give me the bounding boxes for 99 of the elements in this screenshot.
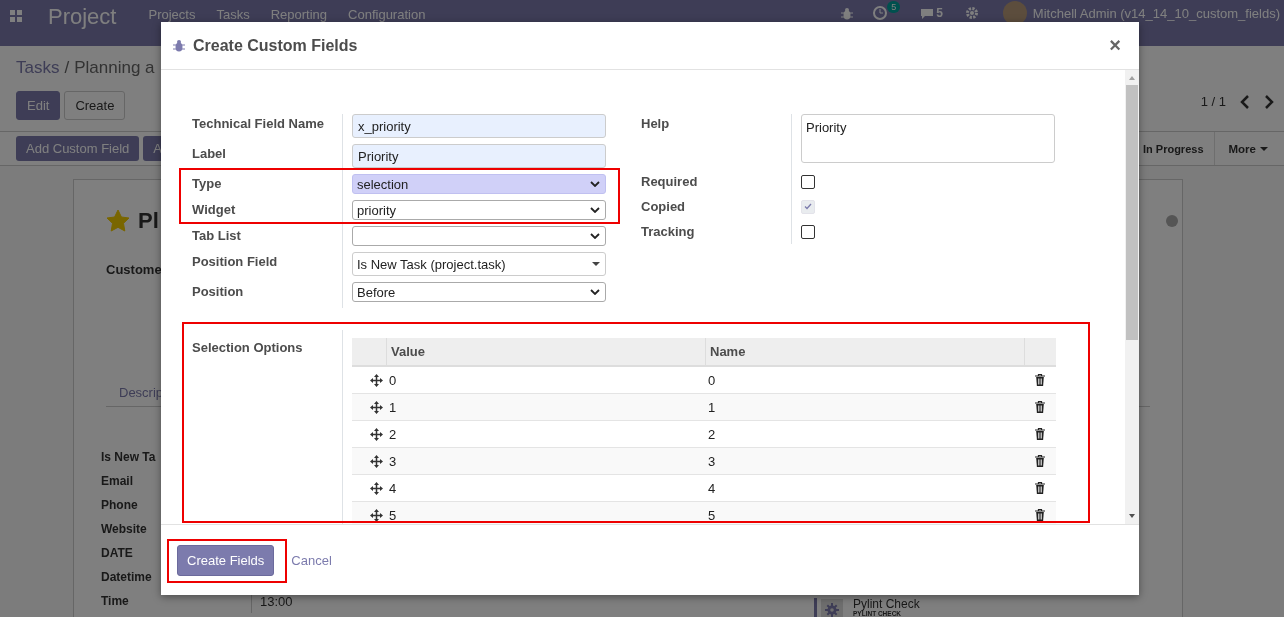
table-cell-text: 4 xyxy=(707,480,717,496)
menu-item[interactable]: Configuration xyxy=(348,7,437,22)
record-title: Pl xyxy=(138,208,159,234)
many2one-field[interactable]: Is New Task (project.task) xyxy=(352,252,606,276)
breadcrumb-item: Planning a xyxy=(74,58,155,78)
chevron-left-icon[interactable] xyxy=(1240,94,1250,109)
field-label: Technical Field Name xyxy=(192,116,324,131)
create-fields-button[interactable]: Create Fields xyxy=(177,544,275,576)
caret-icon xyxy=(592,262,600,266)
dialog-title: Create Custom Fields xyxy=(193,36,358,55)
breadcrumb-link[interactable]: Tasks xyxy=(16,58,60,78)
caret-icon xyxy=(1260,146,1268,151)
table-cell-text: 1 xyxy=(707,399,717,415)
field-label: Tracking xyxy=(641,219,792,244)
gear-icon xyxy=(825,603,839,617)
move-handle-icon[interactable] xyxy=(370,427,383,441)
field-label: Tab List xyxy=(192,228,241,243)
app-title: Project xyxy=(48,4,117,30)
star-icon[interactable] xyxy=(106,209,130,233)
activity-count-badge: 5 xyxy=(887,1,901,13)
trash-icon[interactable] xyxy=(1035,401,1045,413)
edit-button[interactable]: Edit xyxy=(16,91,61,120)
move-handle-icon[interactable] xyxy=(370,400,383,414)
select-field[interactable] xyxy=(352,226,606,246)
field-label: Type xyxy=(192,176,222,191)
field-label: Datetime xyxy=(101,570,152,584)
user-avatar[interactable] xyxy=(1002,1,1027,25)
field-label: Time xyxy=(101,594,129,608)
trash-icon[interactable] xyxy=(1035,455,1045,467)
textarea-field[interactable]: Priority xyxy=(801,114,1055,163)
scrollbar[interactable] xyxy=(1125,70,1139,524)
select-field[interactable]: Before xyxy=(352,282,606,302)
check-icon xyxy=(804,203,812,210)
bug-icon[interactable] xyxy=(841,6,854,20)
column-header[interactable]: Value xyxy=(386,338,705,365)
field-label: Website xyxy=(101,522,147,536)
move-handle-icon[interactable] xyxy=(370,508,383,522)
move-handle-icon[interactable] xyxy=(370,373,383,387)
more-dropdown[interactable]: More xyxy=(1214,142,1276,155)
create-button[interactable]: Create xyxy=(64,91,126,120)
chevron-right-icon[interactable] xyxy=(1264,94,1274,109)
field-label: Is New Ta xyxy=(101,450,156,464)
move-handle-icon[interactable] xyxy=(370,454,383,468)
select-field[interactable]: priority xyxy=(352,200,606,220)
table-cell-text: 0 xyxy=(388,372,398,388)
action-button[interactable]: Add Custom Field xyxy=(16,136,140,161)
column-header[interactable]: Name xyxy=(705,338,1024,365)
pager-count: 1 / 1 xyxy=(1200,94,1226,109)
menu-item[interactable]: Reporting xyxy=(270,7,339,22)
apps-grid-icon[interactable] xyxy=(10,10,22,22)
status-dot[interactable] xyxy=(1166,215,1178,227)
table-cell-text: 3 xyxy=(388,453,398,469)
bug-icon xyxy=(173,39,185,52)
chevron-down-icon xyxy=(590,207,600,213)
field-label: Copied xyxy=(641,194,792,219)
menu-item[interactable]: Projects xyxy=(148,7,207,22)
chevron-down-icon xyxy=(590,181,600,187)
field-label: Custome xyxy=(106,262,162,277)
trash-icon[interactable] xyxy=(1035,509,1045,521)
chat-bubble-icon[interactable] xyxy=(920,6,935,20)
field-label: Position xyxy=(192,284,244,299)
trash-icon[interactable] xyxy=(1035,482,1045,494)
field-label: Selection Options xyxy=(192,330,343,524)
field-label: Help xyxy=(641,116,670,131)
message-count: 5 xyxy=(936,6,943,20)
trash-icon[interactable] xyxy=(1035,374,1045,386)
clock-icon[interactable] xyxy=(873,6,888,20)
text-input[interactable]: x_priority xyxy=(352,114,606,138)
table-cell-text: 4 xyxy=(388,480,398,496)
menu-item[interactable]: Tasks xyxy=(216,7,261,22)
close-button[interactable]: × xyxy=(1103,34,1127,57)
table-cell-text: 2 xyxy=(707,426,717,442)
tab[interactable]: Descrip xyxy=(119,385,164,400)
field-label: Required xyxy=(641,169,792,194)
checkbox[interactable] xyxy=(801,224,815,239)
table-cell-text: 5 xyxy=(707,507,717,523)
field-label: Phone xyxy=(101,498,138,512)
cancel-link[interactable]: Cancel xyxy=(291,552,332,568)
settings-icon[interactable] xyxy=(964,6,979,20)
text-input[interactable]: Priority xyxy=(352,144,606,168)
select-field[interactable]: selection xyxy=(352,174,606,194)
chevron-down-icon xyxy=(590,233,600,239)
field-label: Position Field xyxy=(192,254,278,269)
table-cell-text: 0 xyxy=(707,372,717,388)
breadcrumb-item: / xyxy=(64,58,70,78)
user-name[interactable]: Mitchell Admin (v14_14_10_custom_fields) xyxy=(1032,5,1280,21)
field-label: Widget xyxy=(192,202,236,217)
trash-icon[interactable] xyxy=(1035,428,1045,440)
move-handle-icon[interactable] xyxy=(370,481,383,495)
checkbox[interactable] xyxy=(801,174,815,189)
table-cell-text: 3 xyxy=(707,453,717,469)
field-label: DATE xyxy=(101,546,133,560)
chevron-down-icon xyxy=(590,289,600,295)
table-cell-text: 1 xyxy=(388,399,398,415)
field-label: Label xyxy=(192,146,226,161)
table-cell-text: 5 xyxy=(388,507,398,523)
field-label: Email xyxy=(101,474,133,488)
table-cell-text: 2 xyxy=(388,426,398,442)
check-title: Pylint Check xyxy=(853,598,920,610)
